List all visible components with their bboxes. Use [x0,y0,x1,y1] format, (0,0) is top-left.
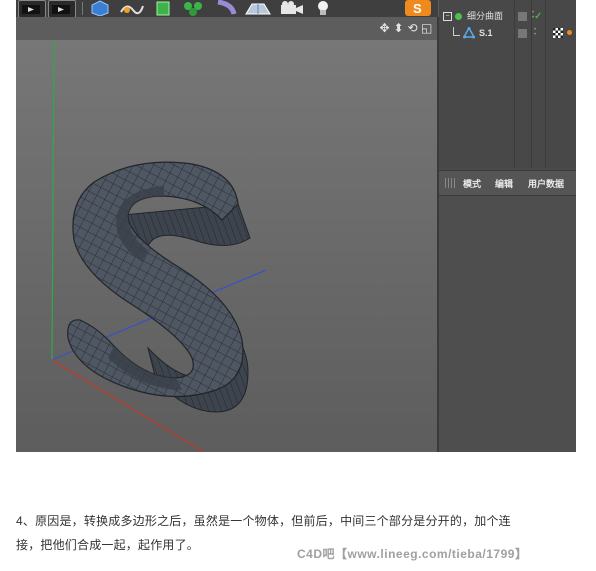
attribute-manager-body [439,196,576,452]
attribute-manager-header: 模式 编辑 用户数据 [439,170,576,196]
y-axis [51,39,55,361]
viewport-header: ✥ ⬍ ⟲ ◱ [16,17,438,41]
toolbar: S [16,0,438,18]
rotate-icon[interactable]: ⟲ [407,20,418,36]
viewport-scene [51,39,267,452]
watermark: C4D吧【www.lineeg.com/tieba/1799】 [297,547,528,561]
object-label: 细分曲面 [467,11,504,21]
subdivision-surface-icon [455,13,462,20]
camera-icon[interactable] [278,0,306,16]
cube-icon[interactable] [89,0,111,17]
dots-icon: • • [534,27,537,38]
3d-viewport[interactable] [16,39,437,452]
object-row[interactable]: − 细分曲面 ✓ • • [439,8,576,25]
move-icon[interactable]: ✥ [379,20,390,36]
visibility-toggle-icon[interactable] [518,29,527,38]
c4d-screenshot: S ✥ ⬍ ⟲ ◱ − 细分曲面 ✓ • • S.1 • • 模式 编辑 用户数… [16,0,576,452]
caption-line: 4、原因是，转换成多边形之后，虽然是一个物体，但前后，中间三个部分是分开的，加个… [16,514,511,528]
deformer-icon[interactable] [214,0,238,16]
viewport-navigation: ✥ ⬍ ⟲ ◱ [379,20,432,36]
enabled-check-icon[interactable]: ✓ [534,8,542,25]
toolbar-separator [82,2,83,15]
dots-icon: • • [532,10,535,21]
right-panel: − 细分曲面 ✓ • • S.1 • • 模式 编辑 用户数据 [439,0,576,452]
zoom-icon[interactable]: ⬍ [393,20,404,36]
spline-pen-icon[interactable] [117,0,145,16]
array-icon[interactable] [180,0,208,16]
light-icon[interactable] [314,0,332,16]
object-manager: − 细分曲面 ✓ • • S.1 • • [439,0,576,168]
render-view-icon[interactable] [18,0,46,18]
visibility-toggle-icon[interactable] [518,12,527,21]
hierarchy-line-icon [453,27,460,36]
render-settings-icon[interactable] [48,0,76,18]
svg-text:S: S [413,1,422,16]
grip-icon[interactable] [445,178,455,188]
tag-orange-icon[interactable] [567,30,572,35]
tab-edit[interactable]: 编辑 [495,177,513,190]
object-row[interactable]: S.1 • • [439,25,576,42]
tab-user-data[interactable]: 用户数据 [528,177,564,190]
material-tag-icon[interactable] [553,28,563,38]
tab-mode[interactable]: 模式 [463,177,481,190]
expand-icon[interactable]: − [443,12,452,21]
script-icon[interactable]: S [405,0,431,16]
object-label: S.1 [479,28,493,38]
polygon-object-icon [462,26,476,45]
maximize-icon[interactable]: ◱ [421,20,432,36]
nurbs-icon[interactable] [151,0,175,16]
floor-icon[interactable] [244,0,272,16]
